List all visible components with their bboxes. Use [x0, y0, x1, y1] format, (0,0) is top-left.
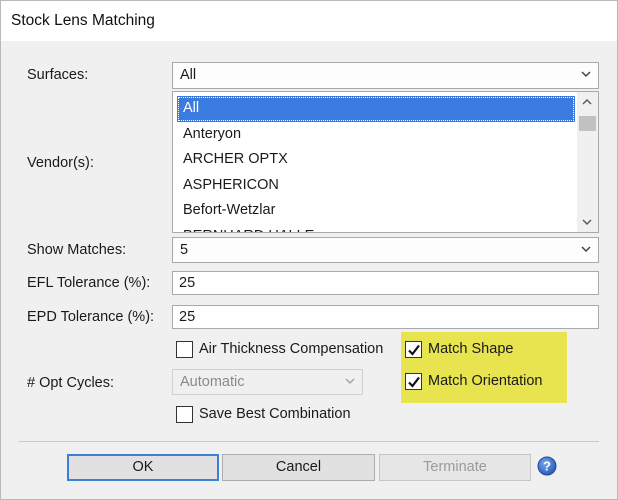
vendor-item[interactable]: All: [177, 96, 575, 122]
efl-tolerance-field[interactable]: 25: [172, 271, 599, 295]
svg-text:?: ?: [543, 459, 551, 474]
chevron-up-icon[interactable]: [581, 97, 593, 107]
vendor-item[interactable]: ASPHERICON: [177, 173, 575, 199]
chevron-down-icon: [345, 378, 355, 385]
chevron-down-icon: [581, 71, 591, 78]
checkmark-icon: [408, 344, 420, 356]
help-icon[interactable]: ?: [537, 456, 557, 476]
air-thickness-label[interactable]: Air Thickness Compensation: [199, 341, 383, 357]
cancel-button[interactable]: Cancel: [222, 454, 375, 481]
match-shape-checkbox[interactable]: [405, 341, 422, 358]
epd-tolerance-value: 25: [179, 309, 196, 325]
vendor-items: All Anteryon ARCHER OPTX ASPHERICON Befo…: [177, 96, 575, 233]
match-shape-label[interactable]: Match Shape: [428, 341, 513, 357]
show-matches-label: Show Matches:: [27, 242, 127, 258]
opt-cycles-value: Automatic: [180, 374, 245, 390]
window-title: Stock Lens Matching: [11, 12, 155, 29]
vendor-item[interactable]: BERNHARD HALLE: [177, 224, 575, 233]
scrollbar-thumb[interactable]: [579, 116, 596, 131]
title-bar: Stock Lens Matching: [1, 1, 617, 41]
efl-tolerance-label: EFL Tolerance (%):: [27, 275, 151, 291]
air-thickness-checkbox[interactable]: [176, 341, 193, 358]
separator: [19, 441, 599, 442]
show-matches-dropdown[interactable]: 5: [172, 237, 599, 263]
save-best-checkbox[interactable]: [176, 406, 193, 423]
vendors-label: Vendor(s):: [27, 155, 94, 171]
show-matches-value: 5: [180, 242, 189, 258]
chevron-down-icon: [581, 246, 591, 253]
vendor-item[interactable]: Anteryon: [177, 122, 575, 148]
vendor-item[interactable]: ARCHER OPTX: [177, 147, 575, 173]
surfaces-label: Surfaces:: [27, 67, 89, 83]
epd-tolerance-field[interactable]: 25: [172, 305, 599, 329]
terminate-button[interactable]: Terminate: [379, 454, 531, 481]
efl-tolerance-value: 25: [179, 275, 196, 291]
vendor-item[interactable]: Befort-Wetzlar: [177, 198, 575, 224]
vendor-scrollbar[interactable]: [577, 92, 598, 232]
opt-cycles-dropdown[interactable]: Automatic: [172, 369, 363, 395]
match-orientation-checkbox[interactable]: [405, 373, 422, 390]
surfaces-dropdown[interactable]: All: [172, 62, 599, 89]
checkmark-icon: [408, 376, 420, 388]
vendor-listbox[interactable]: All Anteryon ARCHER OPTX ASPHERICON Befo…: [172, 91, 599, 233]
chevron-down-icon[interactable]: [581, 217, 593, 227]
save-best-label[interactable]: Save Best Combination: [199, 406, 351, 422]
ok-button[interactable]: OK: [67, 454, 219, 481]
surfaces-value: All: [180, 67, 197, 83]
opt-cycles-label: # Opt Cycles:: [27, 375, 115, 391]
stock-lens-matching-dialog: Stock Lens Matching Surfaces: All Vendor…: [0, 0, 618, 500]
match-orientation-label[interactable]: Match Orientation: [428, 373, 542, 389]
epd-tolerance-label: EPD Tolerance (%):: [27, 309, 155, 325]
